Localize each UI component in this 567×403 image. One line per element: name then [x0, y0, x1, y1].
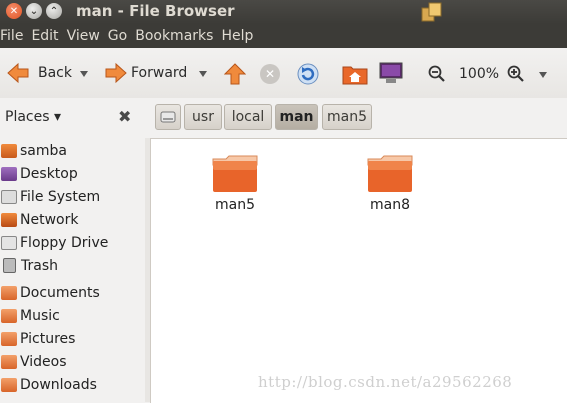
zoom-level: 100% — [459, 66, 500, 82]
folder-item[interactable]: man8 — [345, 139, 435, 213]
menu-file[interactable]: File — [0, 28, 27, 44]
folder-icon — [1, 354, 17, 369]
path-man-button[interactable]: man — [275, 104, 318, 130]
zoom-dropdown[interactable] — [539, 72, 547, 78]
menu-edit[interactable]: Edit — [31, 28, 62, 44]
sidebar-item-videos[interactable]: Videos — [0, 350, 145, 373]
folder-icon — [367, 155, 413, 192]
sidebar-item-floppy-drive[interactable]: Floppy Drive — [0, 231, 145, 254]
back-label: Back — [38, 65, 72, 81]
sidebar-item-downloads[interactable]: Downloads — [0, 373, 145, 396]
folder-icon — [1, 331, 17, 346]
folder-icon — [1, 377, 17, 392]
computer-icon[interactable] — [378, 61, 404, 85]
folder-icon — [1, 285, 17, 300]
sidebar-item-file-system[interactable]: File System — [0, 185, 145, 208]
harddisk-icon — [1, 189, 17, 204]
title-bar: ✕ ⌄ ⌃ man - File Browser — [0, 0, 567, 24]
documents-icon — [421, 2, 442, 22]
watermark-text: http://blog.csdn.net/a29562268 — [258, 373, 513, 391]
minimize-window-button[interactable]: ⌄ — [26, 3, 42, 19]
back-arrow-icon — [7, 62, 29, 84]
sidebar-item-samba[interactable]: samba — [0, 139, 145, 162]
stop-icon[interactable]: ✕ — [260, 64, 280, 84]
folder-label: man8 — [370, 197, 410, 213]
desktop-icon — [1, 166, 17, 181]
close-sidebar-icon[interactable]: ✖ — [118, 107, 131, 126]
harddisk-icon — [160, 111, 176, 123]
places-sidebar: samba Desktop File System Network Floppy… — [0, 138, 145, 402]
forward-arrow-icon — [105, 62, 127, 84]
maximize-window-button[interactable]: ⌃ — [46, 3, 62, 19]
path-root-button[interactable] — [155, 104, 181, 130]
reload-icon[interactable] — [296, 62, 320, 86]
menu-bookmarks[interactable]: Bookmarks — [135, 28, 217, 44]
home-folder-icon[interactable] — [342, 61, 368, 85]
sidebar-item-network[interactable]: Network — [0, 208, 145, 231]
window-title: man - File Browser — [76, 2, 235, 20]
network-share-icon — [1, 143, 17, 158]
menu-bar: File Edit View Go Bookmarks Help — [0, 24, 567, 48]
zoom-out-icon[interactable] — [428, 65, 446, 83]
forward-button[interactable]: Forward — [104, 62, 187, 84]
up-arrow-icon[interactable] — [224, 63, 246, 85]
sidebar-item-trash[interactable]: Trash — [0, 254, 145, 277]
close-window-button[interactable]: ✕ — [6, 3, 22, 19]
network-icon — [1, 212, 17, 227]
zoom-in-icon[interactable] — [507, 65, 525, 83]
menu-help[interactable]: Help — [221, 28, 257, 44]
places-header: Places ▾ ✖ — [0, 98, 145, 138]
forward-label: Forward — [131, 65, 188, 81]
path-bar: usr local man man5 — [150, 98, 567, 138]
sidebar-item-music[interactable]: Music — [0, 304, 145, 327]
back-history-dropdown[interactable] — [80, 71, 88, 77]
sidebar-item-pictures[interactable]: Pictures — [0, 327, 145, 350]
trash-icon — [3, 258, 16, 273]
menu-go[interactable]: Go — [108, 28, 131, 44]
path-local-button[interactable]: local — [224, 104, 272, 130]
toolbar: Back Forward ✕ 100% — [0, 48, 567, 98]
path-man5-button[interactable]: man5 — [322, 104, 372, 130]
forward-history-dropdown[interactable] — [199, 71, 207, 77]
folder-icon — [212, 155, 258, 192]
path-usr-button[interactable]: usr — [184, 104, 222, 130]
menu-view[interactable]: View — [67, 28, 104, 44]
back-button[interactable]: Back — [6, 62, 72, 84]
floppy-icon — [1, 235, 17, 250]
folder-label: man5 — [215, 197, 255, 213]
folder-icon — [1, 308, 17, 323]
sidebar-item-desktop[interactable]: Desktop — [0, 162, 145, 185]
sidebar-item-documents[interactable]: Documents — [0, 281, 145, 304]
places-dropdown[interactable]: Places ▾ — [5, 109, 61, 125]
file-view: man5 man8 — [150, 138, 567, 403]
folder-item[interactable]: man5 — [190, 139, 280, 213]
